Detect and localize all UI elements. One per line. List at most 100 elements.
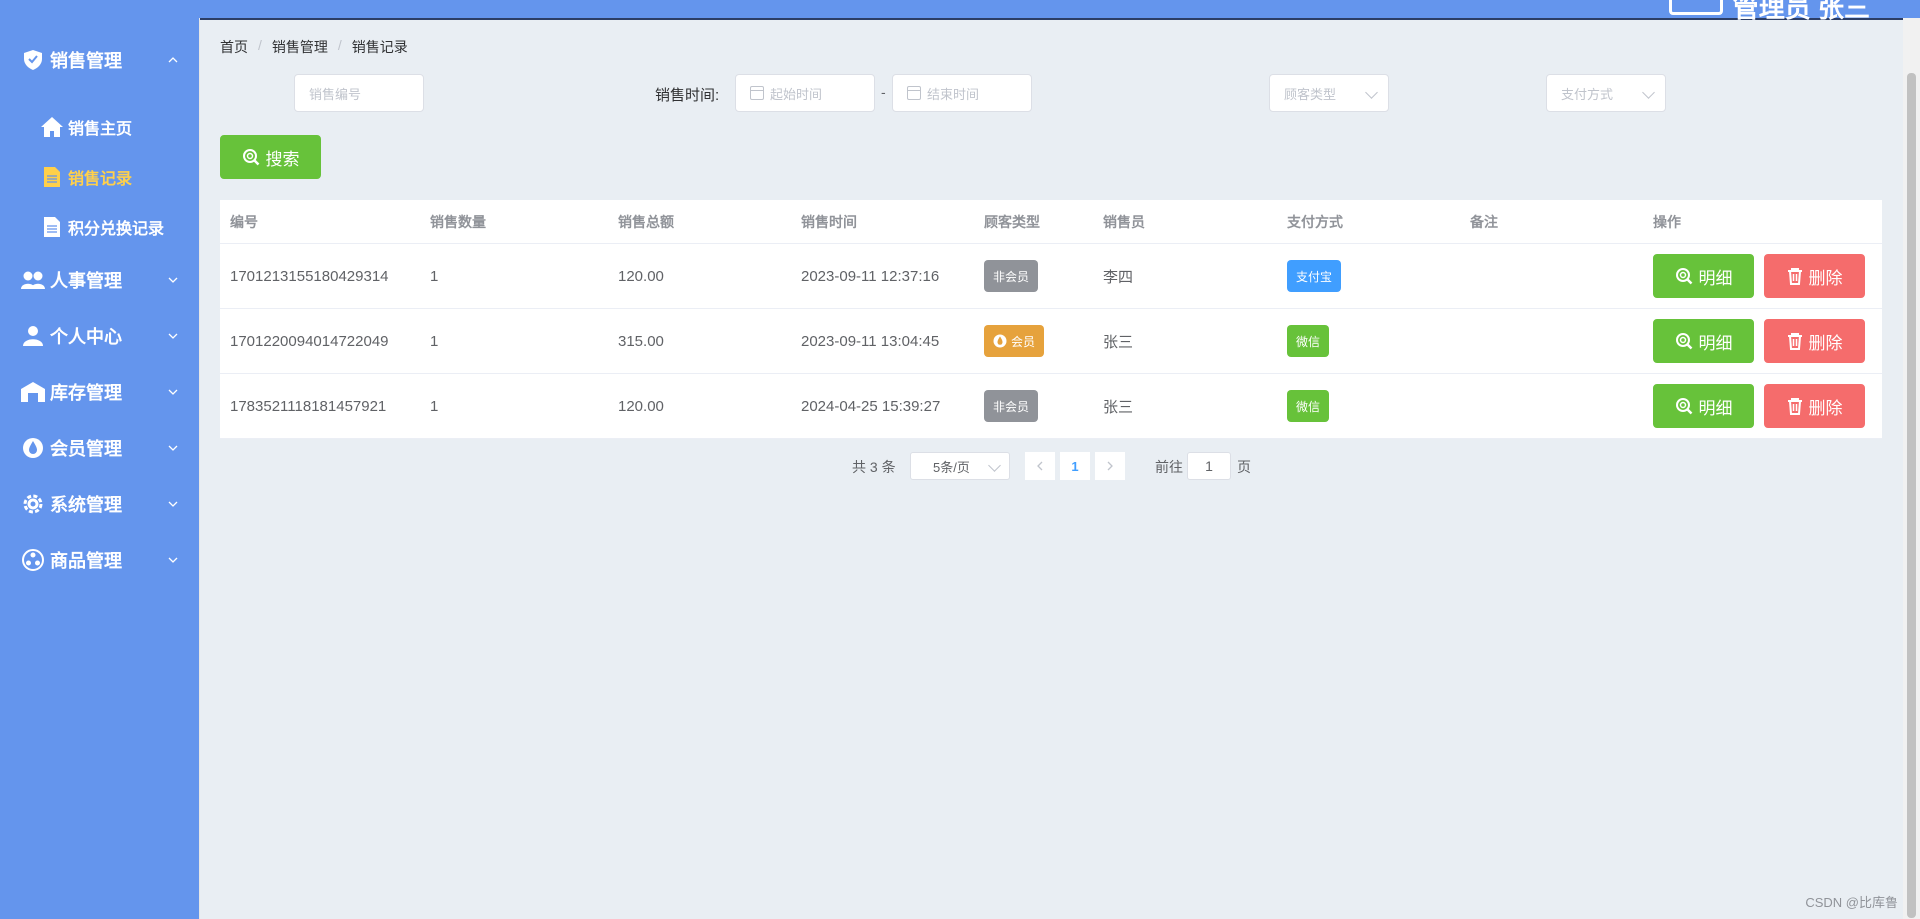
sidebar-item-points-exchange[interactable]: 积分兑换记录 <box>0 202 199 252</box>
user-icon <box>1668 0 1723 15</box>
detail-button-label: 明细 <box>1698 398 1733 418</box>
menu-members[interactable]: 会员管理 <box>0 420 199 476</box>
home-icon <box>40 115 64 139</box>
sidebar: 销售管理 销售主页 销售记录 积分兑换记录 人事管理 个人中心 库存管理 会员管… <box>0 18 200 919</box>
cell-qty: 1 <box>430 397 439 415</box>
cell-time: 2023-09-11 12:37:16 <box>801 267 940 285</box>
sidebar-item-label: 销售主页 <box>68 121 133 138</box>
delete-button[interactable]: 删除 <box>1764 384 1865 428</box>
search-icon <box>242 149 259 166</box>
chevron-down-icon <box>168 501 178 507</box>
gear-icon <box>20 491 46 517</box>
chevron-down-icon <box>168 445 178 451</box>
trash-icon <box>1787 268 1802 285</box>
calendar-icon <box>907 86 921 100</box>
menu-inventory-label: 库存管理 <box>50 383 122 403</box>
customer-type-text: 会员 <box>1011 334 1036 349</box>
menu-system[interactable]: 系统管理 <box>0 476 199 532</box>
member-icon <box>993 334 1007 348</box>
detail-button[interactable]: 明细 <box>1653 319 1754 363</box>
delete-button[interactable]: 删除 <box>1764 254 1865 298</box>
col-actions: 操作 <box>1653 213 1681 230</box>
detail-button[interactable]: 明细 <box>1653 384 1754 428</box>
col-customer-type: 顾客类型 <box>984 213 1040 230</box>
col-total: 销售总额 <box>618 213 674 230</box>
sales-table: 编号 销售数量 销售总额 销售时间 顾客类型 销售员 支付方式 备注 操作 17… <box>220 200 1882 439</box>
sale-time-label: 销售时间: <box>655 87 720 104</box>
breadcrumb-separator: / <box>258 37 262 53</box>
delete-button-label: 删除 <box>1808 398 1843 418</box>
customer-type-badge: 会员 <box>984 325 1045 357</box>
scrollbar-thumb[interactable] <box>1907 73 1916 918</box>
search-icon <box>1675 333 1692 350</box>
end-time-input[interactable]: 结束时间 <box>892 74 1032 112</box>
payment-select[interactable]: 支付方式 <box>1546 74 1666 112</box>
menu-personal-center[interactable]: 个人中心 <box>0 308 199 364</box>
page-size-value: 5条/页 <box>933 459 970 475</box>
cell-id: 1701220094014722049 <box>230 332 389 350</box>
delete-button-label: 删除 <box>1808 268 1843 288</box>
cell-seller: 张三 <box>1103 333 1134 351</box>
sidebar-item-sales-records[interactable]: 销售记录 <box>0 152 199 202</box>
cell-total: 120.00 <box>618 397 664 415</box>
col-note: 备注 <box>1470 213 1498 230</box>
menu-members-label: 会员管理 <box>50 439 122 459</box>
col-seller: 销售员 <box>1103 213 1145 230</box>
cell-qty: 1 <box>430 267 439 285</box>
goto-page-input[interactable]: 1 <box>1187 452 1231 480</box>
cell-total: 120.00 <box>618 267 664 285</box>
page-size-select[interactable]: 5条/页 <box>910 452 1010 480</box>
cell-time: 2024-04-25 15:39:27 <box>801 397 941 415</box>
goto-label: 前往 <box>1155 459 1183 475</box>
menu-hr-label: 人事管理 <box>50 271 122 291</box>
end-time-placeholder: 结束时间 <box>927 86 980 102</box>
detail-button[interactable]: 明细 <box>1653 254 1754 298</box>
trash-icon <box>1787 333 1802 350</box>
range-separator: - <box>881 84 886 100</box>
table-row: 1701213155180429314 1 120.00 2023-09-11 … <box>220 244 1882 309</box>
table-row: 1701220094014722049 1 315.00 2023-09-11 … <box>220 309 1882 374</box>
page-number-current[interactable]: 1 <box>1060 452 1090 480</box>
main-content: 首页 / 销售管理 / 销售记录 销售编号 销售时间: 起始时间 - 结束时间 … <box>200 18 1920 919</box>
sidebar-item-sales-home[interactable]: 销售主页 <box>0 102 199 152</box>
payment-placeholder: 支付方式 <box>1561 86 1614 102</box>
delete-button[interactable]: 删除 <box>1764 319 1865 363</box>
drop-icon <box>20 435 46 461</box>
start-time-input[interactable]: 起始时间 <box>735 74 875 112</box>
delete-button-label: 删除 <box>1808 333 1843 353</box>
cell-time: 2023-09-11 13:04:45 <box>801 332 940 350</box>
breadcrumb-separator: / <box>337 37 342 53</box>
chevron-up-icon <box>168 57 178 63</box>
document-icon <box>40 165 64 189</box>
menu-sales[interactable]: 销售管理 <box>0 32 199 88</box>
next-page-button[interactable] <box>1095 452 1125 480</box>
goods-icon <box>20 547 46 573</box>
menu-hr[interactable]: 人事管理 <box>0 252 199 308</box>
prev-page-button[interactable] <box>1025 452 1055 480</box>
menu-goods[interactable]: 商品管理 <box>0 532 199 588</box>
user-icon <box>20 323 46 349</box>
menu-inventory[interactable]: 库存管理 <box>0 364 199 420</box>
chevron-down-icon <box>1365 86 1378 99</box>
start-time-placeholder: 起始时间 <box>770 86 823 102</box>
cell-id: 1701213155180429314 <box>230 267 389 285</box>
sidebar-item-label: 积分兑换记录 <box>68 221 165 238</box>
col-qty: 销售数量 <box>430 213 486 230</box>
customer-type-badge: 非会员 <box>984 390 1039 422</box>
customer-type-select[interactable]: 顾客类型 <box>1269 74 1389 112</box>
breadcrumb-item-home[interactable]: 首页 <box>220 37 248 57</box>
breadcrumb-item-sales[interactable]: 销售管理 <box>272 37 328 57</box>
payment-badge: 微信 <box>1287 390 1330 422</box>
sale-no-input[interactable]: 销售编号 <box>294 74 424 112</box>
calendar-icon <box>750 86 764 100</box>
menu-goods-label: 商品管理 <box>50 551 122 571</box>
pagination: 共 3 条 5条/页 1 前往 1 页 <box>200 452 1920 480</box>
search-button[interactable]: 搜索 <box>220 135 321 179</box>
table-row: 1783521118181457921 1 120.00 2024-04-25 … <box>220 374 1882 439</box>
customer-type-badge: 非会员 <box>984 260 1039 292</box>
detail-button-label: 明细 <box>1698 268 1733 288</box>
chevron-down-icon <box>1642 86 1655 99</box>
col-payment: 支付方式 <box>1287 213 1343 230</box>
menu-system-label: 系统管理 <box>50 495 122 515</box>
page-scrollbar[interactable] <box>1903 18 1920 919</box>
